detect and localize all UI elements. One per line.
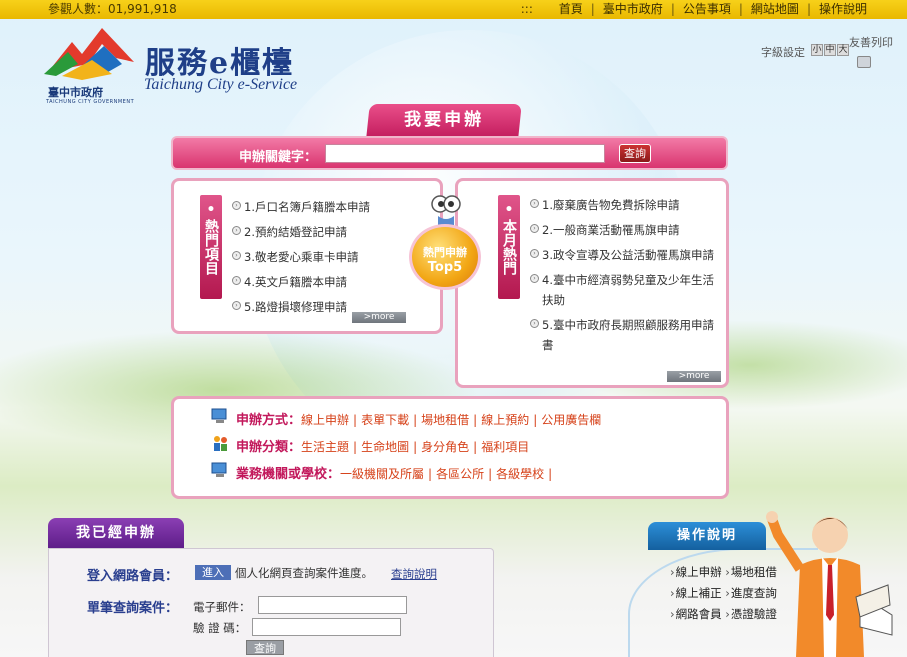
hot-items-tab: • 熱門項目: [200, 195, 222, 299]
list-item[interactable]: › 2.預約結婚登記申請: [232, 220, 432, 245]
method-link[interactable]: 線上預約: [481, 413, 529, 427]
list-item[interactable]: › 4.臺中市經濟弱勢兒童及少年生活扶助: [530, 270, 720, 310]
arrow-bullet-icon: ›: [530, 199, 539, 208]
hot-items-list: › 1.戶口名簿戶籍謄本申請 › 2.預約結婚登記申請 › 3.敬老愛心乘車卡申請 ›…: [232, 195, 432, 320]
monthly-hot-tab: • 本月熱門: [498, 195, 520, 299]
accesskey-marker[interactable]: :::: [521, 0, 533, 19]
category-heading: 申辦分類：: [236, 440, 302, 455]
category-link[interactable]: 福利項目: [481, 440, 529, 454]
applied-query-box: 登入網路會員： 進入 個人化網頁查詢案件進度。 查詢說明 單筆查詢案件： 電子郵…: [48, 548, 494, 657]
agency-link[interactable]: 一級機關及所屬: [340, 467, 424, 481]
nav-help[interactable]: 操作說明: [819, 0, 867, 19]
computer-icon: [211, 408, 227, 423]
email-label: 電子郵件：: [193, 600, 251, 614]
top-bar: 參觀人數：01,991,918 ::: 首頁 | 臺中市政府 | 公告事項 | …: [0, 0, 907, 19]
nav-sitemap[interactable]: 網站地圖: [751, 0, 799, 19]
nav-home[interactable]: 首頁: [559, 0, 583, 19]
list-item[interactable]: › 1.廢棄廣告物免費拆除申請: [530, 195, 720, 215]
arrow-bullet-icon: ›: [530, 249, 539, 258]
keyword-search-input[interactable]: [325, 144, 605, 163]
applied-section-tab: 我已經申辦: [48, 518, 184, 550]
guide-link[interactable]: 線上申辦: [676, 565, 722, 579]
monthly-hot-list: › 1.廢棄廣告物免費拆除申請 › 2.一般商業活動罹馬旗申請 › 3.政令宣導及公益…: [530, 195, 720, 360]
category-link[interactable]: 生活主題: [301, 440, 349, 454]
member-description: 個人化網頁查詢案件進度。: [235, 566, 373, 580]
single-query-label: 單筆查詢案件：: [87, 601, 179, 616]
search-label: 申辦關鍵字：: [239, 150, 318, 165]
apply-methods-box: 申辦方式：線上申辦 | 表單下載 | 場地租借 | 線上預約 | 公用廣告欄 申辦分類：生活主題…: [171, 396, 729, 499]
page-tools: 字級設定 小 中 大 友善列印: [761, 34, 901, 74]
list-item[interactable]: › 3.政令宣導及公益活動罹馬旗申請: [530, 245, 720, 265]
monthly-more-button[interactable]: >more: [667, 371, 721, 382]
font-medium-button[interactable]: 中: [824, 44, 836, 56]
list-item[interactable]: › 3.敬老愛心乘車卡申請: [232, 245, 432, 270]
arrow-bullet-icon: ›: [232, 276, 241, 285]
agency-link[interactable]: 各級學校: [496, 467, 544, 481]
font-size-label: 字級設定: [761, 46, 805, 59]
member-login-label: 登入網路會員：: [87, 569, 179, 584]
font-small-button[interactable]: 小: [811, 44, 823, 56]
top-nav: ::: 首頁 | 臺中市政府 | 公告事項 | 網站地圖 | 操作說明: [521, 0, 867, 19]
top5-line2: Top5: [427, 260, 463, 275]
method-heading: 申辦方式：: [236, 413, 302, 428]
emblem-chinese-name: 臺中市政府: [48, 86, 103, 99]
method-link[interactable]: 公用廣告欄: [541, 413, 601, 427]
apply-category-row: 申辦分類：生活主題 | 生命地圖 | 身分角色 | 福利項目: [214, 436, 529, 455]
agency-link[interactable]: 各區公所: [436, 467, 484, 481]
hot-tab-char: 熱門項目: [203, 219, 219, 275]
list-item[interactable]: › 1.戶口名簿戶籍謄本申請: [232, 195, 432, 220]
site-subtitle: Taichung City e-Service: [144, 76, 298, 93]
arrow-bullet-icon: ›: [530, 224, 539, 233]
monthly-hot-panel: • 本月熱門 › 1.廢棄廣告物免費拆除申請 › 2.一般商業活動罹馬旗申請 › 3.…: [455, 178, 729, 388]
hot-more-button[interactable]: >more: [352, 312, 406, 323]
font-large-button[interactable]: 大: [837, 44, 849, 56]
printer-icon[interactable]: [857, 56, 871, 68]
method-link[interactable]: 表單下載: [361, 413, 409, 427]
guide-link[interactable]: 線上補正: [676, 586, 722, 600]
top5-line1: 熱門申辦: [423, 246, 467, 259]
computer-icon: [211, 462, 227, 477]
member-enter-button[interactable]: 進入: [195, 565, 231, 580]
nav-city-government[interactable]: 臺中市政府: [603, 0, 663, 19]
keyword-search-bar: 申辦關鍵字： 查詢: [171, 136, 728, 170]
guide-person-illustration: [766, 511, 893, 657]
guide-link[interactable]: 網路會員: [676, 607, 722, 621]
arrow-bullet-icon: ›: [530, 319, 539, 328]
apply-section-tab: 我要申辦: [366, 104, 522, 138]
people-icon: [214, 436, 227, 451]
email-field[interactable]: [258, 596, 407, 614]
monthly-tab-char: 本月熱門: [501, 219, 517, 275]
captcha-label: 驗 證 碼：: [193, 621, 247, 635]
arrow-bullet-icon: ›: [530, 274, 539, 283]
agency-row: 業務機關或學校：一級機關及所屬 | 各區公所 | 各級學校 |: [211, 462, 556, 482]
apply-method-row: 申辦方式：線上申辦 | 表單下載 | 場地租借 | 線上預約 | 公用廣告欄: [211, 408, 601, 428]
query-button[interactable]: 查詢: [246, 640, 284, 655]
agency-heading: 業務機關或學校：: [236, 467, 341, 482]
list-item[interactable]: › 5.臺中市政府長期照顧服務用申請書: [530, 315, 720, 355]
search-button[interactable]: 查詢: [619, 144, 651, 163]
category-link[interactable]: 身分角色: [421, 440, 469, 454]
apply-tab-label: 我要申辦: [404, 110, 485, 130]
print-label[interactable]: 友善列印: [849, 34, 893, 50]
arrow-bullet-icon: ›: [232, 201, 241, 210]
nav-announcements[interactable]: 公告事項: [683, 0, 731, 19]
site-logo[interactable]: 臺中市政府 TAICHUNG CITY GOVERNMENT 服務e櫃檯 Tai…: [40, 24, 340, 105]
hot-items-panel: • 熱門項目 › 1.戶口名簿戶籍謄本申請 › 2.預約結婚登記申請 › 3.敬老愛心…: [171, 178, 443, 334]
arrow-bullet-icon: ›: [232, 301, 241, 310]
method-link[interactable]: 線上申辦: [301, 413, 349, 427]
guide-section-tab: 操作說明: [648, 522, 766, 550]
captcha-field[interactable]: [252, 618, 401, 636]
emblem-english-name: TAICHUNG CITY GOVERNMENT: [46, 99, 135, 105]
method-link[interactable]: 場地租借: [421, 413, 469, 427]
visitor-counter: 參觀人數：01,991,918: [48, 2, 177, 16]
arrow-bullet-icon: ›: [232, 251, 241, 260]
category-link[interactable]: 生命地圖: [361, 440, 409, 454]
arrow-bullet-icon: ›: [232, 226, 241, 235]
list-item[interactable]: › 2.一般商業活動罹馬旗申請: [530, 220, 720, 240]
list-item[interactable]: › 4.英文戶籍謄本申請: [232, 270, 432, 295]
top5-badge: 熱門申辦 Top5: [405, 192, 485, 290]
query-help-link[interactable]: 查詢說明: [391, 566, 437, 582]
